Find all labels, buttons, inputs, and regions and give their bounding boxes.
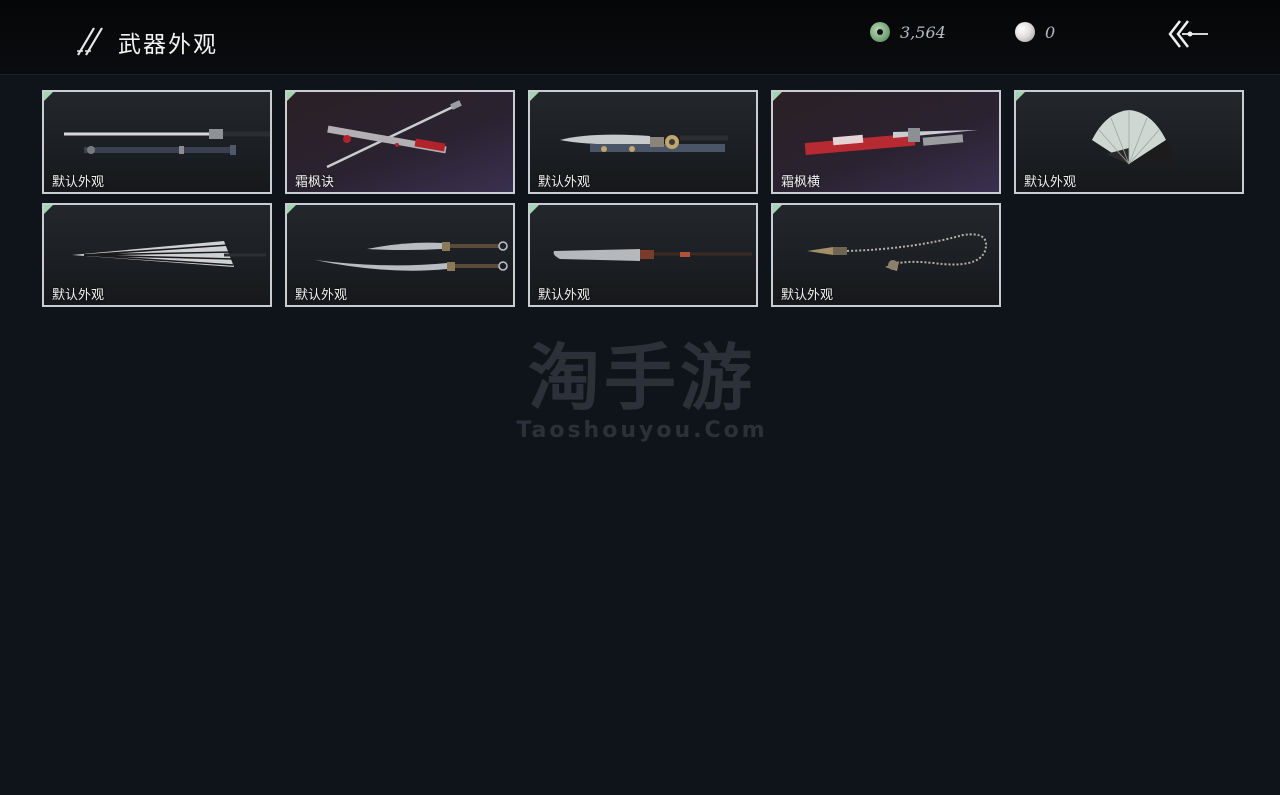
jade-amount: 3,564 — [900, 22, 946, 42]
skin-label: 默认外观 — [538, 288, 591, 303]
pearl-icon — [1015, 22, 1035, 42]
watermark-sub: Taoshouyou.Com — [516, 418, 768, 443]
skin-label: 默认外观 — [52, 175, 105, 190]
watermark-main: 淘手游 — [527, 336, 756, 420]
pearl-currency: 0 — [1015, 20, 1055, 44]
jade-currency: 3,564 — [870, 20, 946, 44]
skin-label: 默认外观 — [295, 288, 348, 303]
pearl-amount: 0 — [1045, 22, 1056, 42]
skin-card[interactable]: 默认外观 — [528, 203, 758, 307]
watermark: 淘手游 Taoshouyou.Com — [512, 338, 772, 443]
page-title: 武器外观 — [118, 32, 218, 58]
skin-card[interactable]: 默认外观 — [1014, 90, 1244, 194]
top-bar: 武器外观 3,564 0 — [0, 0, 1280, 75]
skin-label: 默认外观 — [1024, 175, 1077, 190]
skin-card[interactable]: 霜枫诀 — [285, 90, 515, 194]
skin-label: 默认外观 — [781, 288, 834, 303]
jade-coin-icon — [870, 22, 890, 42]
skin-card[interactable]: 默认外观 — [42, 203, 272, 307]
skin-card[interactable]: 霜枫横 — [771, 90, 1001, 194]
skin-label: 默认外观 — [52, 288, 105, 303]
skin-label: 霜枫横 — [781, 175, 821, 190]
skin-card[interactable]: 默认外观 — [42, 90, 272, 194]
twin-swords-icon — [77, 27, 103, 56]
back-arrow-icon[interactable] — [1166, 18, 1210, 50]
skin-label: 默认外观 — [538, 175, 591, 190]
skin-label: 霜枫诀 — [295, 175, 335, 190]
skin-card[interactable]: 默认外观 — [528, 90, 758, 194]
skin-card[interactable]: 默认外观 — [771, 203, 1001, 307]
skin-card[interactable]: 默认外观 — [285, 203, 515, 307]
